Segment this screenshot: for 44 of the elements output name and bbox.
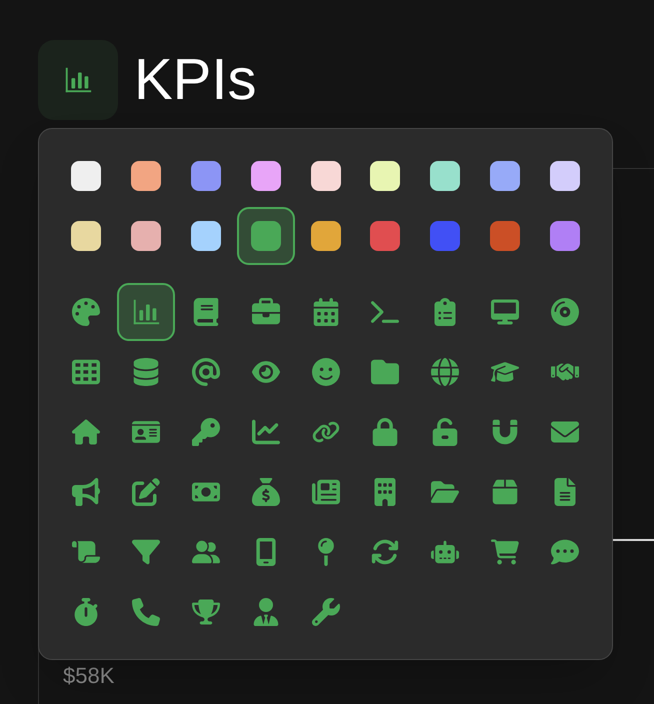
terminal-icon	[371, 298, 400, 326]
kpi-value: $58K	[63, 665, 114, 687]
bar-chart-icon	[63, 65, 93, 95]
smiley-icon	[312, 358, 340, 386]
database-icon	[132, 358, 160, 386]
calendar-icon	[312, 298, 340, 326]
wrench-icon	[312, 598, 340, 626]
money-bag-icon	[252, 478, 280, 506]
refresh-icon	[371, 538, 400, 566]
robot-icon	[431, 538, 460, 566]
padlock-icon	[431, 418, 460, 446]
page-title: KPIs	[134, 51, 256, 109]
trophy-icon	[192, 598, 220, 626]
chat-bubble-icon	[551, 538, 580, 566]
line-chart-icon	[252, 418, 280, 446]
cart-icon	[491, 538, 520, 566]
newspaper-icon	[312, 478, 340, 506]
megaphone-icon	[72, 478, 100, 506]
briefcase-icon	[252, 298, 280, 326]
globe-icon	[431, 358, 460, 386]
icon-tile[interactable]	[38, 40, 118, 120]
edit-icon	[132, 478, 160, 506]
desktop-icon	[491, 298, 520, 326]
folder-icon	[431, 478, 460, 506]
scroll-icon	[72, 538, 100, 566]
grid-icon	[72, 358, 100, 386]
funnel-icon	[132, 538, 160, 566]
book-icon	[192, 298, 220, 326]
color-option[interactable]	[236, 207, 295, 265]
house-icon	[72, 418, 100, 446]
icon-option[interactable]	[116, 283, 175, 341]
magnet-icon	[491, 418, 520, 446]
lock-icon	[371, 418, 400, 446]
key-icon	[192, 418, 220, 446]
folder-icon	[371, 358, 400, 386]
at-sign-icon	[192, 358, 220, 386]
telephone-icon	[132, 598, 160, 626]
people-icon	[192, 538, 220, 566]
id-card-icon	[132, 418, 160, 446]
eye-icon	[252, 358, 280, 386]
box-icon	[491, 478, 520, 506]
person-icon	[252, 598, 280, 626]
stopwatch-icon	[72, 598, 100, 626]
palette-icon	[72, 298, 100, 326]
